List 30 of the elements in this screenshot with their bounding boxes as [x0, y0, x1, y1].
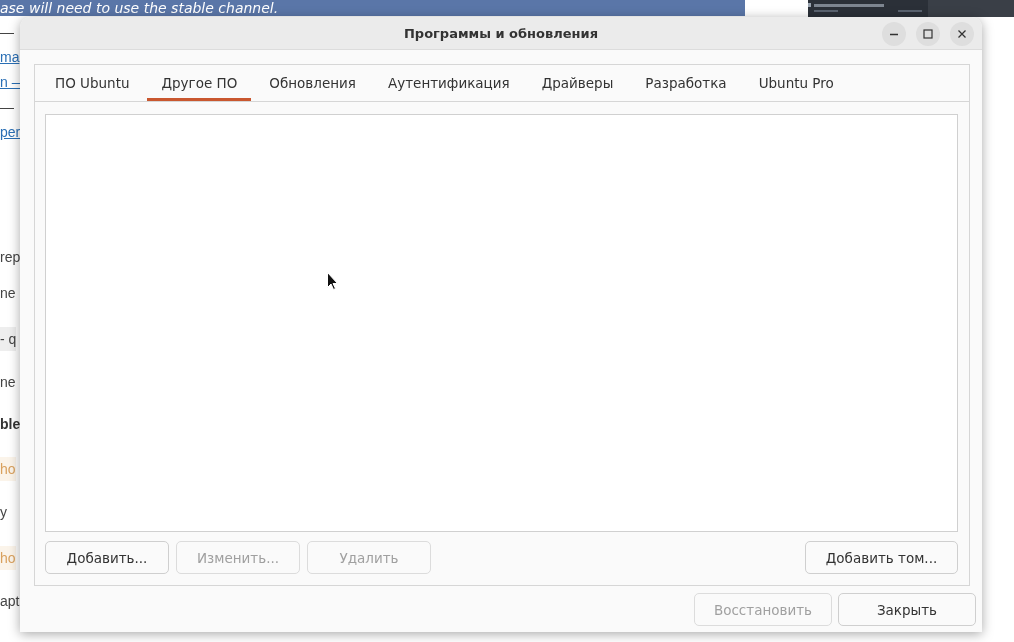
maximize-icon: [923, 29, 933, 39]
maximize-button[interactable]: [916, 22, 940, 46]
tab[interactable]: Ubuntu Pro: [744, 65, 848, 101]
page-text: - q: [0, 327, 17, 351]
tab[interactable]: Драйверы: [527, 65, 628, 101]
page-text: ho: [0, 546, 16, 570]
dialog-button[interactable]: Закрыть: [838, 593, 976, 626]
add-volume-button[interactable]: Добавить том...: [805, 541, 958, 574]
page-text: ne: [0, 284, 16, 303]
page-link[interactable]: per: [0, 122, 21, 142]
page-text: y: [0, 503, 7, 522]
page-text: ble: [0, 415, 21, 434]
list-action-button[interactable]: Добавить...: [45, 541, 169, 574]
tab[interactable]: Другое ПО: [147, 65, 252, 101]
close-icon: [957, 29, 967, 39]
page-link[interactable]: ma: [0, 47, 20, 67]
page-text: —: [0, 23, 14, 42]
page-text: —: [0, 98, 14, 117]
page-text: ne: [0, 373, 16, 392]
cursor-icon: [327, 272, 338, 290]
tab[interactable]: Разработка: [631, 65, 741, 101]
tab[interactable]: ПО Ubuntu: [41, 65, 144, 101]
page-text: ho: [0, 457, 16, 481]
page-text: rep: [0, 248, 21, 267]
window-title: Программы и обновления: [403, 25, 599, 41]
tab[interactable]: Обновления: [255, 65, 370, 101]
banner-text: ase will need to use the stable channel.: [0, 1, 279, 16]
page-text: apt: [0, 592, 20, 611]
close-button[interactable]: [950, 22, 974, 46]
tab[interactable]: Аутентификация: [374, 65, 524, 101]
